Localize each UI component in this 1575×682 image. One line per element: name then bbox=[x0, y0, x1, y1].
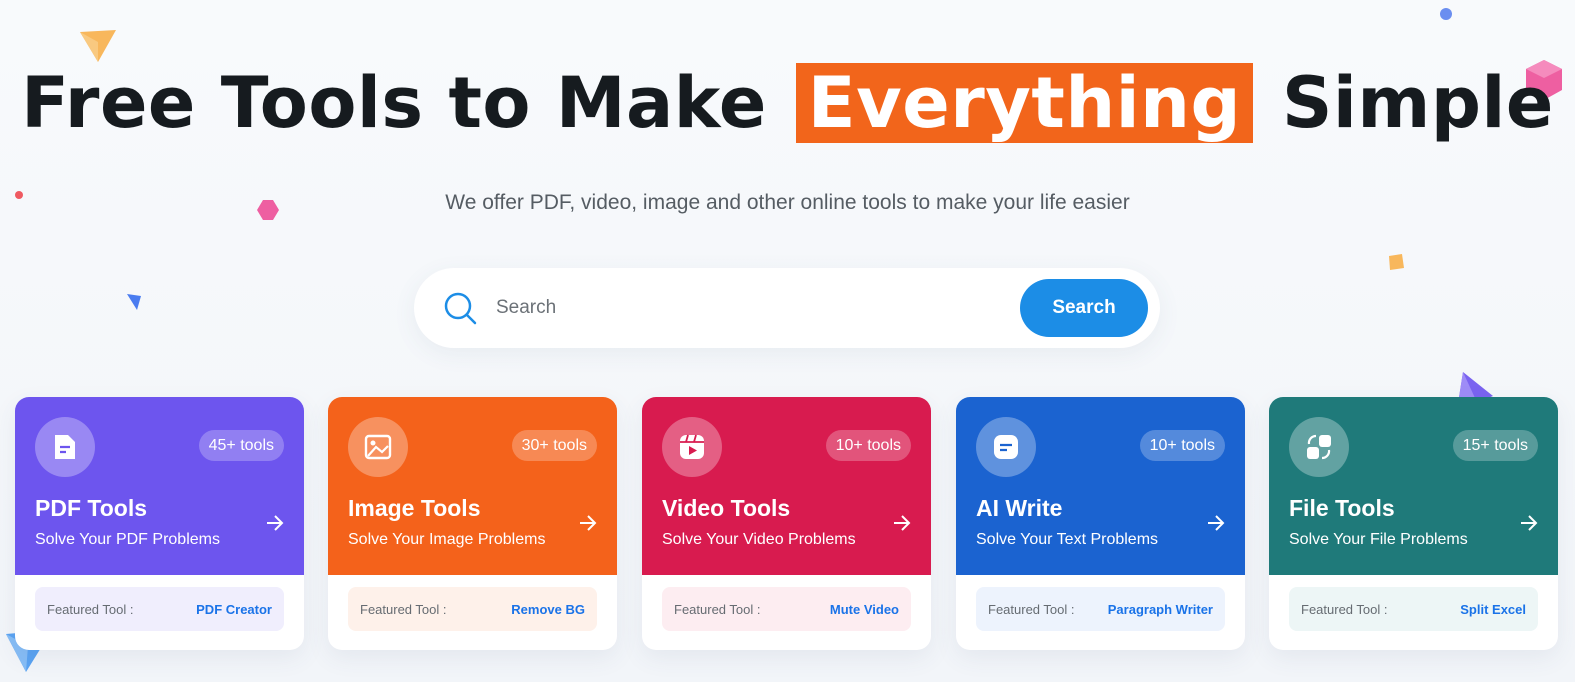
card-subtitle: Solve Your Image Problems bbox=[348, 531, 546, 548]
card-header: 15+ tools File Tools Solve Your File Pro… bbox=[1269, 397, 1558, 575]
arrow-right-icon[interactable] bbox=[577, 514, 599, 532]
search-button[interactable]: Search bbox=[1020, 279, 1148, 337]
featured-tool: Featured Tool : Remove BG bbox=[348, 587, 597, 631]
featured-tool: Featured Tool : Split Excel bbox=[1289, 587, 1538, 631]
featured-tool: Featured Tool : Mute Video bbox=[662, 587, 911, 631]
card-header: 30+ tools Image Tools Solve Your Image P… bbox=[328, 397, 617, 575]
tool-count-badge: 10+ tools bbox=[1139, 430, 1225, 461]
featured-tool: Featured Tool : PDF Creator bbox=[35, 587, 284, 631]
hero-title-start: Free Tools to Make bbox=[21, 62, 767, 144]
card-header: 10+ tools Video Tools Solve Your Video P… bbox=[642, 397, 931, 575]
card-subtitle: Solve Your Video Problems bbox=[662, 531, 856, 548]
card-title: File Tools bbox=[1289, 495, 1395, 521]
card-header: 10+ tools AI Write Solve Your Text Probl… bbox=[956, 397, 1245, 575]
card-title: Image Tools bbox=[348, 495, 481, 521]
image-icon bbox=[348, 417, 408, 477]
tool-count-badge: 15+ tools bbox=[1452, 430, 1538, 461]
featured-tool-link[interactable]: Mute Video bbox=[830, 602, 899, 617]
arrow-right-icon[interactable] bbox=[264, 514, 286, 532]
arrow-right-icon[interactable] bbox=[1518, 514, 1540, 532]
orange-square-decoration bbox=[1389, 254, 1404, 270]
card-subtitle: Solve Your PDF Problems bbox=[35, 531, 220, 548]
tool-count-badge: 30+ tools bbox=[511, 430, 597, 461]
tool-card-image[interactable]: 30+ tools Image Tools Solve Your Image P… bbox=[328, 397, 617, 650]
arrow-right-icon[interactable] bbox=[891, 514, 913, 532]
card-title: PDF Tools bbox=[35, 495, 148, 521]
file-convert-icon bbox=[1289, 417, 1349, 477]
chat-icon bbox=[976, 417, 1036, 477]
featured-label: Featured Tool : bbox=[360, 601, 447, 617]
tool-card-pdf[interactable]: 45+ tools PDF Tools Solve Your PDF Probl… bbox=[15, 397, 304, 650]
hero-title-highlight: Everything bbox=[795, 63, 1254, 143]
hero-subtitle: We offer PDF, video, image and other onl… bbox=[445, 191, 1130, 214]
card-title: Video Tools bbox=[662, 495, 791, 521]
featured-label: Featured Tool : bbox=[674, 601, 761, 617]
arrow-right-icon[interactable] bbox=[1205, 514, 1227, 532]
featured-tool-link[interactable]: PDF Creator bbox=[196, 602, 272, 617]
featured-label: Featured Tool : bbox=[988, 601, 1075, 617]
document-icon bbox=[35, 417, 95, 477]
search-icon bbox=[444, 292, 477, 325]
card-title: AI Write bbox=[976, 495, 1063, 521]
card-subtitle: Solve Your File Problems bbox=[1289, 531, 1468, 548]
tool-card-ai-write[interactable]: 10+ tools AI Write Solve Your Text Probl… bbox=[956, 397, 1245, 650]
featured-label: Featured Tool : bbox=[1301, 601, 1388, 617]
featured-tool: Featured Tool : Paragraph Writer bbox=[976, 587, 1225, 631]
video-icon bbox=[662, 417, 722, 477]
tool-count-badge: 10+ tools bbox=[825, 430, 911, 461]
orange-gem-decoration bbox=[80, 30, 116, 62]
blue-triangle-decoration bbox=[127, 294, 141, 310]
tool-count-badge: 45+ tools bbox=[198, 430, 284, 461]
blue-dot-decoration bbox=[1440, 8, 1452, 20]
featured-tool-link[interactable]: Paragraph Writer bbox=[1108, 602, 1213, 617]
featured-tool-link[interactable]: Remove BG bbox=[511, 602, 585, 617]
card-header: 45+ tools PDF Tools Solve Your PDF Probl… bbox=[15, 397, 304, 575]
card-subtitle: Solve Your Text Problems bbox=[976, 531, 1159, 548]
tool-card-video[interactable]: 10+ tools Video Tools Solve Your Video P… bbox=[642, 397, 931, 650]
featured-label: Featured Tool : bbox=[47, 601, 134, 617]
hero-title: Free Tools to Make Everything Simple bbox=[0, 62, 1575, 144]
tool-card-file[interactable]: 15+ tools File Tools Solve Your File Pro… bbox=[1269, 397, 1558, 650]
search-input[interactable] bbox=[496, 288, 996, 328]
search-bar: Search bbox=[414, 268, 1160, 348]
featured-tool-link[interactable]: Split Excel bbox=[1460, 602, 1526, 617]
hero-title-end: Simple bbox=[1281, 62, 1554, 144]
